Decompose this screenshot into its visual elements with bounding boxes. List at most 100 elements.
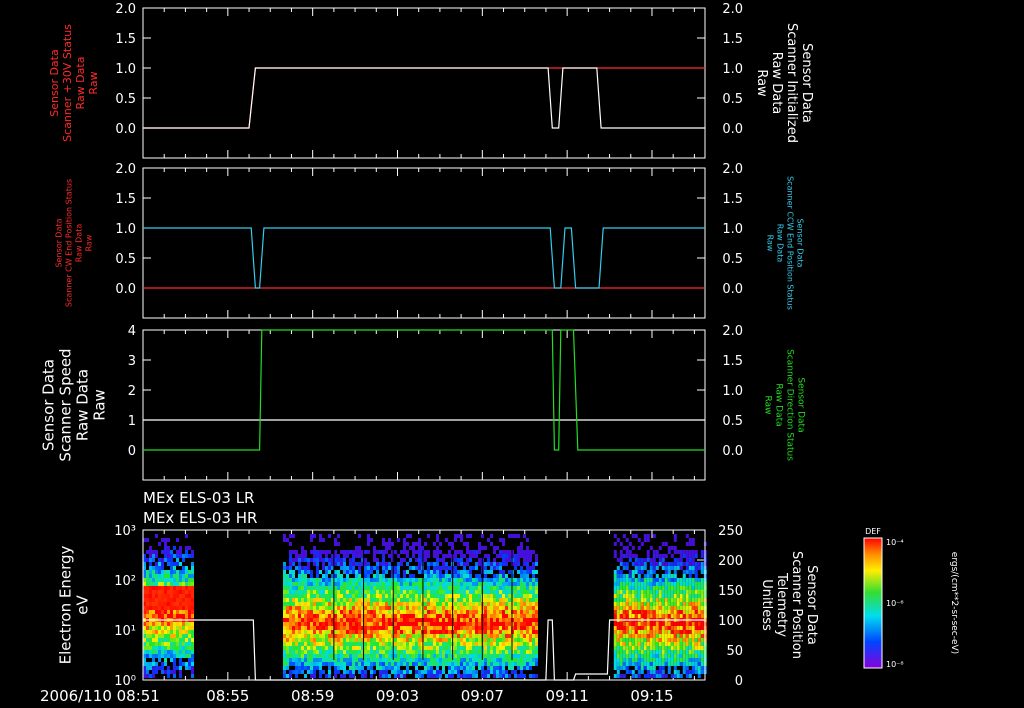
spectrogram-cell xyxy=(694,670,698,674)
spectrogram-cell xyxy=(301,658,304,662)
spectrogram-cell xyxy=(412,602,415,606)
spectrogram-cell xyxy=(499,658,502,662)
spectrogram-cell xyxy=(682,634,686,638)
spectrogram-cell xyxy=(463,598,466,602)
spectrogram-cell xyxy=(352,602,355,606)
spectrogram-cell xyxy=(188,578,191,582)
spectrogram-cell xyxy=(616,606,620,610)
spectrogram-cell xyxy=(289,618,292,622)
spectrogram-cell xyxy=(149,642,152,646)
spectrogram-cell xyxy=(628,598,632,602)
spectrogram-cell xyxy=(691,642,695,646)
spectrogram-cell xyxy=(409,578,412,582)
spectrogram-cell xyxy=(364,670,367,674)
spectrogram-cell xyxy=(466,614,469,618)
spectrogram-cell xyxy=(373,614,376,618)
spectrogram-cell xyxy=(520,634,523,638)
spectrogram-cell xyxy=(149,666,152,670)
spectrogram-cell xyxy=(508,578,511,582)
spectrogram-cell xyxy=(526,562,529,566)
spectrogram-cell xyxy=(523,534,526,538)
spectrogram-cell xyxy=(619,626,623,630)
spectrogram-cell xyxy=(652,666,656,670)
spectrogram-cell xyxy=(379,614,382,618)
spectrogram-cell xyxy=(173,598,176,602)
spectrogram-cell xyxy=(409,598,412,602)
spectrogram-cell xyxy=(514,582,517,586)
spectrogram-cell xyxy=(352,614,355,618)
spectrogram-cell xyxy=(469,594,472,598)
spectrogram-cell xyxy=(679,622,683,626)
spectrogram-cell xyxy=(655,646,659,650)
spectrogram-cell xyxy=(340,558,343,562)
spectrogram-cell xyxy=(445,618,448,622)
spectrogram-cell xyxy=(334,586,337,590)
spectrogram-cell xyxy=(179,574,182,578)
spectrogram-cell xyxy=(460,622,463,626)
spectrogram-cell xyxy=(319,642,322,646)
spectrogram-cell xyxy=(158,630,161,634)
spectrogram-cell xyxy=(349,634,352,638)
spectrogram-cell xyxy=(526,630,529,634)
spectrogram-cell xyxy=(376,598,379,602)
spectrogram-cell xyxy=(409,630,412,634)
spectrogram-cell xyxy=(484,610,487,614)
right-axis-label-line: Raw xyxy=(754,69,769,97)
spectrogram-cell xyxy=(412,646,415,650)
spectrogram-cell xyxy=(673,590,677,594)
spectrogram-cell xyxy=(616,670,620,674)
spectrogram-cell xyxy=(373,594,376,598)
spectrogram-cell xyxy=(679,642,683,646)
spectrogram-cell xyxy=(355,654,358,658)
spectrogram-cell xyxy=(478,662,481,666)
spectrogram-cell xyxy=(322,562,325,566)
spectrogram-cell xyxy=(490,634,493,638)
spectrogram-cell xyxy=(313,618,316,622)
spectrogram-cell xyxy=(418,614,421,618)
spectrogram-cell xyxy=(628,550,632,554)
spectrogram-cell xyxy=(301,650,304,654)
spectrogram-cell xyxy=(286,590,289,594)
spectrogram-cell xyxy=(322,538,325,542)
spectrogram-cell xyxy=(439,598,442,602)
spectrogram-cell xyxy=(643,650,647,654)
spectrogram-cell xyxy=(397,538,400,542)
spectrogram-cell xyxy=(322,574,325,578)
spectrogram-cell xyxy=(158,602,161,606)
spectrogram-cell xyxy=(676,650,680,654)
spectrogram-cell xyxy=(493,598,496,602)
spectrogram-cell xyxy=(394,626,397,630)
spectrogram-cell xyxy=(532,610,535,614)
spectrogram-cell xyxy=(364,602,367,606)
spectrogram-cell xyxy=(469,666,472,670)
spectrogram-cell xyxy=(472,614,475,618)
spectrogram-cell xyxy=(433,550,436,554)
left-axis-label: Sensor Data Scanner Speed Raw Data Raw xyxy=(40,348,109,461)
spectrogram-cell xyxy=(466,610,469,614)
spectrogram-cell xyxy=(343,618,346,622)
spectrogram-cell xyxy=(466,546,469,550)
spectrogram-cell xyxy=(439,594,442,598)
spectrogram-cell xyxy=(643,662,647,666)
spectrogram-cell xyxy=(439,622,442,626)
spectrogram-cell xyxy=(167,654,170,658)
spectrogram-cell xyxy=(355,646,358,650)
spectrogram-cell xyxy=(493,582,496,586)
spectrogram-cell xyxy=(535,630,538,634)
spectrogram-cell xyxy=(700,662,704,666)
spectrogram-cell xyxy=(439,610,442,614)
spectrogram-cell xyxy=(406,606,409,610)
spectrogram-cell xyxy=(304,574,307,578)
spectrogram-cell xyxy=(436,534,439,538)
spectrogram-cell xyxy=(637,642,641,646)
spectrogram-cell xyxy=(493,618,496,622)
spectrogram-cell xyxy=(292,562,295,566)
spectrogram-cell xyxy=(149,582,152,586)
spectrogram-cell xyxy=(463,554,466,558)
spectrogram-cell xyxy=(161,578,164,582)
spectrogram-cell xyxy=(445,650,448,654)
spectrogram-cell xyxy=(337,650,340,654)
spectrogram-cell xyxy=(188,614,191,618)
spectrogram-cell xyxy=(343,638,346,642)
spectrogram-cell xyxy=(619,614,623,618)
